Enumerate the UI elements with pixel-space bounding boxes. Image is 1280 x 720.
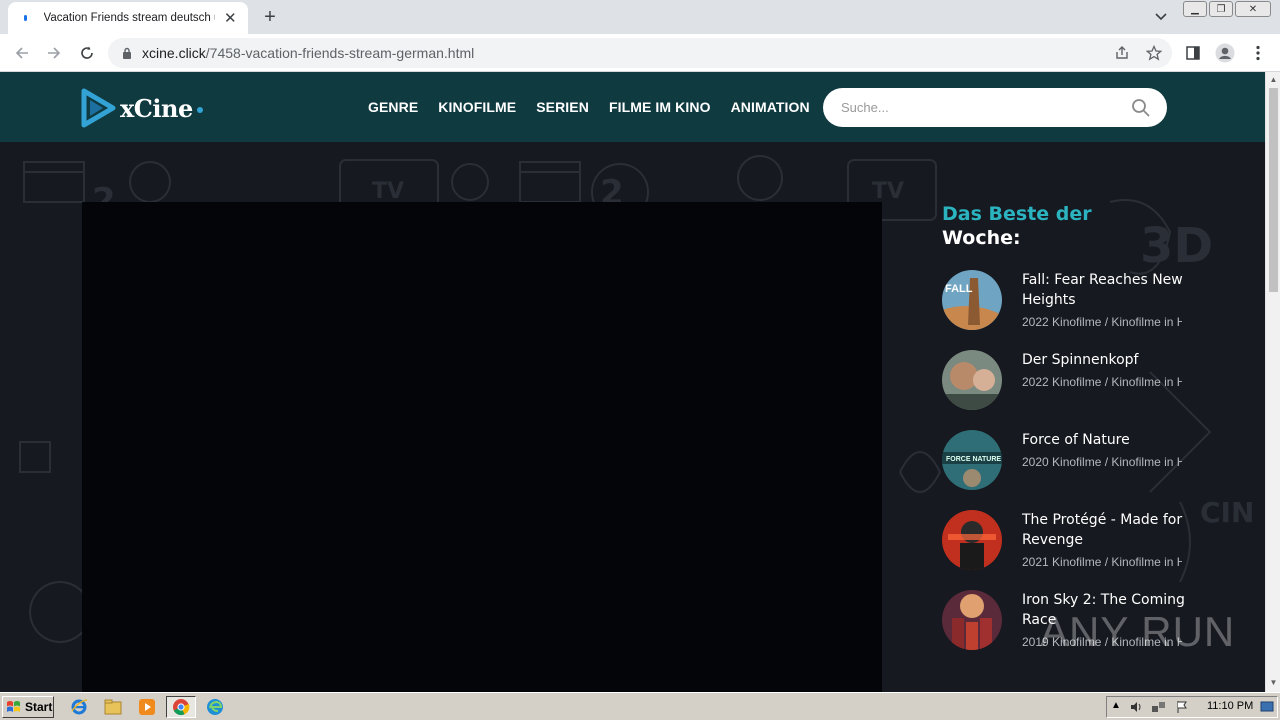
volume-icon[interactable]	[1129, 700, 1143, 714]
show-desktop-icon[interactable]	[1260, 701, 1274, 713]
share-icon[interactable]	[1112, 44, 1132, 62]
logo-text: xCine	[120, 93, 193, 123]
play-logo-icon	[81, 88, 116, 128]
nav-genre[interactable]: GENRE	[368, 99, 418, 115]
svg-text:CIN: CIN	[1200, 496, 1254, 529]
film-title[interactable]: Fall: Fear Reaches New Heights	[1022, 270, 1187, 310]
network-icon[interactable]	[1151, 700, 1167, 714]
film-title[interactable]: Der Spinnenkopf	[1022, 350, 1187, 370]
page-scrollbar[interactable]: ▲ ▼	[1265, 72, 1280, 692]
watermark-text: ANY RUN	[1040, 608, 1236, 655]
svg-text:TV: TV	[872, 179, 904, 204]
windows-taskbar: Start ▲ 11:10 PM	[0, 692, 1280, 720]
main-nav: GENRE KINOFILME SERIEN FILME IM KINO ANI…	[358, 72, 820, 142]
tab-title: Vacation Friends stream deutsch und	[43, 12, 215, 24]
restore-icon[interactable]: ❐	[1209, 1, 1233, 17]
url-host: xcine.click	[142, 45, 206, 61]
logo-dot	[196, 107, 203, 113]
lock-icon[interactable]	[120, 46, 134, 60]
taskbar-explorer-icon[interactable]	[98, 696, 128, 718]
scroll-thumb[interactable]	[1269, 88, 1278, 292]
close-window-icon[interactable]: ✕	[1235, 1, 1271, 17]
address-bar[interactable]: xcine.click/7458-vacation-friends-stream…	[108, 38, 1172, 68]
minimize-icon[interactable]: ▁	[1183, 1, 1207, 17]
back-icon[interactable]	[9, 41, 35, 65]
profile-avatar-icon[interactable]	[1214, 43, 1236, 63]
action-center-flag-icon[interactable]	[1175, 700, 1189, 714]
site-header: xCine GENRE KINOFILME SERIEN FILME IM KI…	[0, 72, 1265, 142]
film-meta: 2020 Kinofilme / Kinofilme in HD	[1022, 455, 1182, 469]
video-player[interactable]	[82, 202, 882, 692]
svg-text:FALL: FALL	[945, 283, 973, 295]
tab-close-icon[interactable]: ✕	[221, 8, 240, 28]
svg-text:TV: TV	[372, 179, 404, 204]
taskbar-clock[interactable]: 11:10 PM	[1207, 700, 1253, 712]
anyrun-watermark: ANY RUN	[1040, 608, 1235, 656]
windows-logo-icon	[7, 701, 20, 712]
search-icon[interactable]	[1131, 98, 1151, 118]
search-input[interactable]	[841, 88, 1121, 127]
forward-icon[interactable]	[41, 41, 67, 65]
nav-serien[interactable]: SERIEN	[536, 99, 589, 115]
bookmark-star-icon[interactable]	[1144, 44, 1164, 62]
system-tray: ▲ 11:10 PM	[1106, 696, 1278, 718]
nav-filme-im-kino[interactable]: FILME IM KINO	[609, 99, 711, 115]
film-poster[interactable]	[942, 510, 1002, 570]
site-search	[823, 88, 1167, 127]
taskbar-media-player-icon[interactable]	[132, 696, 162, 718]
taskbar-chrome-icon[interactable]	[166, 696, 196, 718]
film-poster[interactable]: FALL	[942, 270, 1002, 330]
sidebar-title-part1: Das Beste der	[942, 203, 1092, 225]
nav-kinofilme[interactable]: KINOFILME	[438, 99, 516, 115]
film-meta: 2021 Kinofilme / Kinofilme in HD	[1022, 555, 1182, 569]
film-poster[interactable]: FORCE NATURE	[942, 430, 1002, 490]
tab-loading-icon	[18, 10, 34, 26]
browser-tab[interactable]: Vacation Friends stream deutsch und ✕	[8, 2, 248, 34]
sidebar-title-part2: Woche:	[942, 227, 1021, 249]
new-tab-button[interactable]: +	[257, 5, 283, 29]
stop-loading-icon[interactable]	[74, 41, 100, 65]
url-path: /7458-vacation-friends-stream-german.htm…	[205, 45, 475, 61]
best-of-week-sidebar: Das Beste der Woche: FALL Fall: Fear Rea…	[942, 202, 1242, 650]
browser-tab-bar: Vacation Friends stream deutsch und ✕ + …	[0, 0, 1280, 34]
film-title[interactable]: Force of Nature	[1022, 430, 1187, 450]
side-panel-icon[interactable]	[1182, 43, 1204, 63]
tray-expand-icon[interactable]: ▲	[1111, 700, 1121, 711]
nav-animation[interactable]: ANIMATION	[731, 99, 810, 115]
browser-toolbar: xcine.click/7458-vacation-friends-stream…	[0, 34, 1280, 72]
sidebar-title: Das Beste der Woche:	[942, 202, 1242, 250]
start-button[interactable]: Start	[2, 696, 54, 718]
film-title[interactable]: The Protégé - Made for Revenge	[1022, 510, 1187, 550]
svg-text:FORCE NATURE: FORCE NATURE	[946, 456, 1001, 463]
taskbar-ie-icon[interactable]	[64, 696, 94, 718]
site-logo[interactable]: xCine	[80, 87, 220, 129]
tab-search-chevron-icon[interactable]	[1150, 6, 1172, 28]
film-meta: 2022 Kinofilme / Kinofilme in HD	[1022, 375, 1182, 389]
start-label: Start	[25, 700, 53, 714]
browser-menu-icon[interactable]	[1247, 43, 1269, 63]
film-poster[interactable]	[942, 350, 1002, 410]
scroll-down-arrow-icon[interactable]: ▼	[1269, 678, 1278, 687]
scroll-up-arrow-icon[interactable]: ▲	[1269, 75, 1278, 84]
film-meta: 2022 Kinofilme / Kinofilme in HD	[1022, 315, 1182, 329]
web-page: TV TV 3D CIN 2 2 xCine GENRE KINOFILME S…	[0, 72, 1265, 692]
film-poster[interactable]	[942, 590, 1002, 650]
taskbar-edge-icon[interactable]	[200, 696, 230, 718]
